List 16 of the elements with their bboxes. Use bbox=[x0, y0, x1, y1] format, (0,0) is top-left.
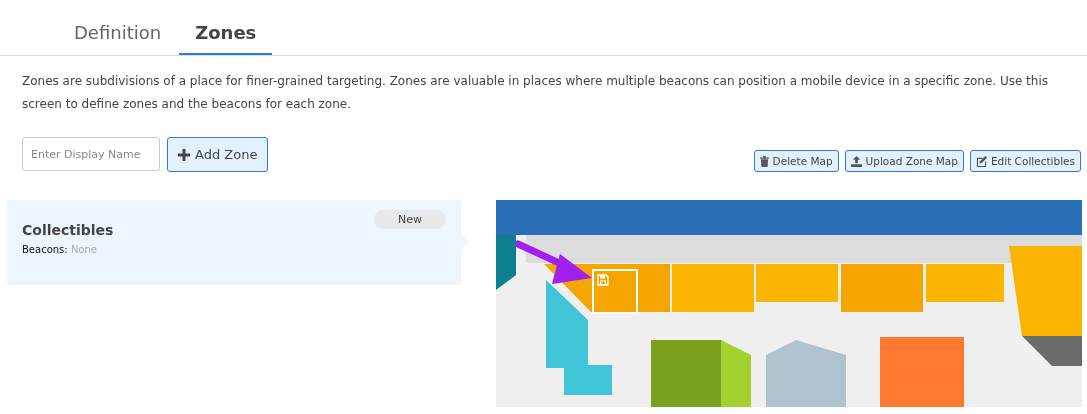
add-zone-button[interactable]: Add Zone bbox=[167, 137, 269, 172]
new-badge: New bbox=[374, 210, 446, 229]
save-icon bbox=[597, 274, 609, 286]
upload-icon bbox=[850, 155, 862, 167]
trash-icon bbox=[759, 155, 769, 167]
tab[interactable]: Definition bbox=[58, 0, 178, 55]
zone-name: Collectibles bbox=[22, 222, 114, 238]
plus-icon bbox=[178, 148, 190, 161]
edit-map-button[interactable]: Edit Collectibles bbox=[969, 150, 1081, 172]
edit-icon bbox=[975, 155, 987, 167]
upload-map-button[interactable]: Upload Zone Map bbox=[844, 150, 964, 172]
beacons-text: Beacons: None bbox=[22, 244, 98, 255]
delete-map-button[interactable]: Delete Map bbox=[753, 150, 839, 172]
display-name-field[interactable]: Enter Display Name bbox=[22, 137, 160, 171]
description-text: Zones are subdivisions of a place for finer-grained targeting. Zones are valuable in places where multiple beacons can position a mobile device in a specific zone. Use this screen to define zones and the beacons for each zone. bbox=[22, 73, 1050, 113]
zone-marker[interactable] bbox=[592, 269, 638, 314]
